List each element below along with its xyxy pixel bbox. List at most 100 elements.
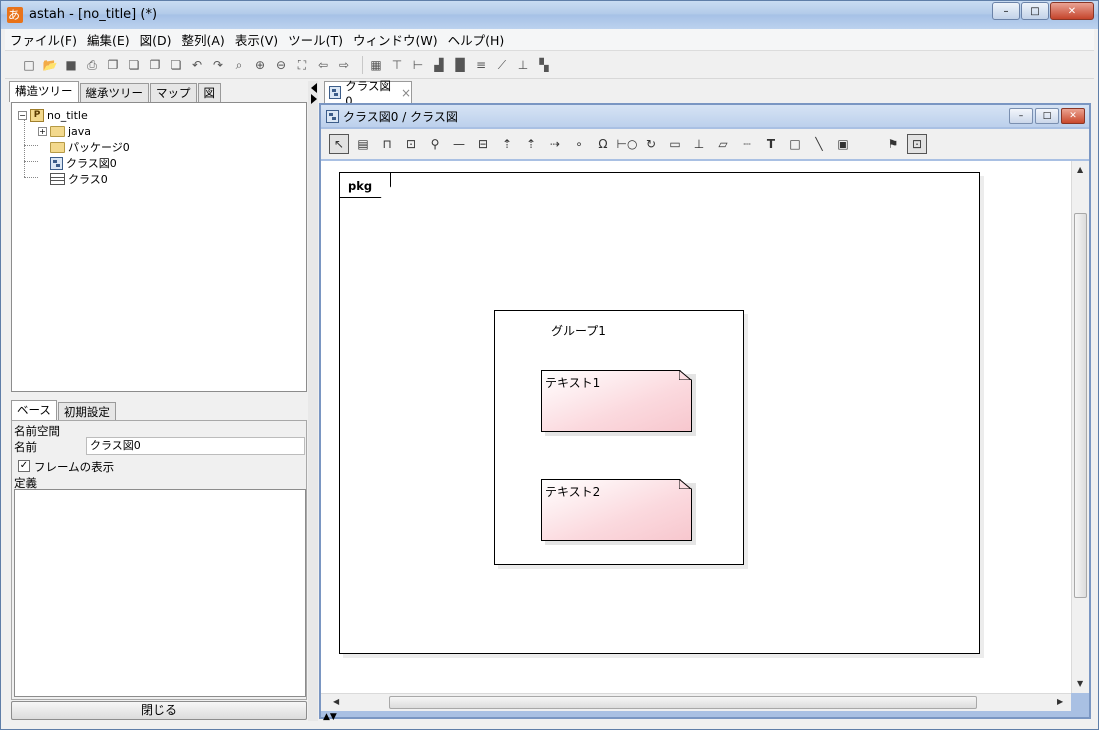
overview-toggle-icon[interactable]: ▲▼ (323, 712, 337, 722)
generalization-tool-icon[interactable]: ⇡ (497, 134, 517, 154)
realization-tool-icon[interactable]: ⇡ (521, 134, 541, 154)
print-icon[interactable]: ⎙ (84, 57, 100, 73)
close-button[interactable]: ✕ (1050, 2, 1094, 20)
zoom-in-icon[interactable]: ⊕ (252, 57, 268, 73)
line-tool-icon[interactable]: ╲ (809, 134, 829, 154)
paste-model-icon[interactable]: ❏ (168, 57, 184, 73)
entity-tool-icon[interactable]: ▭ (665, 134, 685, 154)
back-icon[interactable]: ⇦ (315, 57, 331, 73)
tab-map[interactable]: マップ (150, 83, 197, 102)
tab-inheritance-tree[interactable]: 継承ツリー (79, 83, 149, 102)
tab-class-diagram0[interactable]: クラス図0 × (324, 79, 412, 108)
collapse-left-icon[interactable] (311, 83, 317, 93)
menu-help[interactable]: ヘルプ(H) (443, 30, 510, 49)
scroll-up-icon[interactable]: ▲ (1077, 165, 1083, 174)
copy-icon[interactable]: ❐ (105, 57, 121, 73)
vertical-scroll-thumb[interactable] (1074, 213, 1087, 598)
collapse-icon[interactable]: − (18, 110, 27, 120)
interface-tool-icon[interactable]: ⚲ (425, 134, 445, 154)
menu-file[interactable]: ファイル(F) (5, 30, 82, 49)
diagram-close-button[interactable]: ✕ (1061, 108, 1085, 124)
select-tool-icon[interactable]: ↖ (329, 134, 349, 154)
expand-right-icon[interactable] (311, 94, 317, 104)
scroll-right-icon[interactable]: ▶ (1057, 697, 1063, 706)
tree-layout-icon[interactable]: ⊥ (515, 57, 531, 73)
menu-edit[interactable]: 編集(E) (82, 30, 135, 49)
expand-icon[interactable]: + (38, 126, 47, 136)
copy-model-icon[interactable]: ❐ (147, 57, 163, 73)
image-tool-icon[interactable]: ▣ (833, 134, 853, 154)
constraint-tool-icon[interactable]: ⊥ (689, 134, 709, 154)
save-icon[interactable]: ■ (63, 57, 79, 73)
association-class-tool-icon[interactable]: ⊟ (473, 134, 493, 154)
line-icon[interactable]: ⟋ (494, 57, 510, 73)
tab-initial-settings[interactable]: 初期設定 (57, 402, 116, 421)
menu-tools[interactable]: ツール(T) (283, 30, 348, 49)
tree-item-root[interactable]: − P no_title (18, 107, 88, 123)
name-field[interactable]: クラス図0 (86, 437, 305, 455)
rectangle-tool-icon[interactable]: □ (785, 134, 805, 154)
note-tool-icon[interactable]: ▱ (713, 134, 733, 154)
control-tool-icon[interactable]: ↻ (641, 134, 661, 154)
align-left-icon[interactable]: ⊢ (410, 57, 426, 73)
align-top-icon[interactable]: ⊤ (389, 57, 405, 73)
scroll-left-icon[interactable]: ◀ (333, 697, 339, 706)
subsystem-tool-icon[interactable]: ⊡ (401, 134, 421, 154)
note-text1[interactable]: テキスト1 (541, 370, 692, 432)
group-box[interactable]: グループ1 テキスト1 テキスト2 (494, 310, 744, 565)
zoom-icon[interactable]: ⌕ (231, 57, 247, 73)
menu-diagram[interactable]: 図(D) (135, 30, 177, 49)
template-tool-icon[interactable]: Ω (593, 134, 613, 154)
tree-item-java[interactable]: + java (38, 123, 91, 139)
tab-structure-tree[interactable]: 構造ツリー (9, 81, 79, 102)
association-tool-icon[interactable]: — (449, 134, 469, 154)
paste-icon[interactable]: ❏ (126, 57, 142, 73)
dependency-tool-icon[interactable]: ⇢ (545, 134, 565, 154)
menu-align[interactable]: 整列(A) (177, 30, 230, 49)
note-anchor-tool-icon[interactable]: ┈ (737, 134, 757, 154)
forward-icon[interactable]: ⇨ (336, 57, 352, 73)
diagram-restore-button[interactable]: □ (1035, 108, 1059, 124)
zoom-out-icon[interactable]: ⊖ (273, 57, 289, 73)
tree-item-class-diagram0[interactable]: クラス図0 (50, 155, 117, 171)
diagram-canvas[interactable]: pkg グループ1 テキスト1 テキスト2 (321, 161, 1071, 693)
scroll-down-icon[interactable]: ▼ (1077, 679, 1083, 688)
tab-base[interactable]: ベース (11, 400, 57, 421)
panel-splitter[interactable] (308, 81, 318, 721)
grid-icon[interactable]: ▦ (368, 57, 384, 73)
new-file-icon[interactable]: □ (21, 57, 37, 73)
menu-window[interactable]: ウィンドウ(W) (348, 30, 443, 49)
menu-view[interactable]: 表示(V) (230, 30, 283, 49)
close-panel-button[interactable]: 閉じる (11, 701, 307, 720)
horizontal-scroll-thumb[interactable] (389, 696, 977, 709)
open-file-icon[interactable]: 📂 (42, 57, 58, 73)
line-style-icon[interactable]: ≡ (473, 57, 489, 73)
usage-tool-icon[interactable]: ∘ (569, 134, 589, 154)
undo-icon[interactable]: ↶ (189, 57, 205, 73)
package-tool-icon[interactable]: ⊓ (377, 134, 397, 154)
text-tool-icon[interactable]: T (761, 134, 781, 154)
class-tool-icon[interactable]: ▤ (353, 134, 373, 154)
window-title: astah - [no_title] (*) (29, 7, 158, 22)
tree-item-class0[interactable]: クラス0 (50, 171, 108, 187)
minimize-button[interactable]: – (992, 2, 1020, 20)
vertical-scrollbar[interactable]: ▲ ▼ (1071, 161, 1089, 693)
horizontal-scrollbar[interactable]: ◀ ▶ (321, 693, 1071, 711)
pin-icon[interactable]: ⚑ (883, 134, 903, 154)
redo-icon[interactable]: ↷ (210, 57, 226, 73)
tab-diagram[interactable]: 図 (197, 83, 221, 102)
show-frame-checkbox[interactable]: ✓ (18, 460, 30, 472)
fill-color-icon[interactable]: █ (452, 57, 468, 73)
package-frame[interactable]: pkg グループ1 テキスト1 テキスト2 (339, 172, 980, 654)
note-text2[interactable]: テキスト2 (541, 479, 692, 541)
maximize-button[interactable]: □ (1021, 2, 1049, 20)
frame-toggle-icon[interactable]: ⊡ (907, 134, 927, 154)
tree-item-package0[interactable]: パッケージ0 (50, 139, 130, 155)
boundary-tool-icon[interactable]: ⊢○ (617, 134, 638, 154)
definition-textarea[interactable] (14, 489, 306, 697)
fit-window-icon[interactable]: ⛶ (294, 57, 310, 73)
arrange-icon[interactable]: ▟ (431, 57, 447, 73)
diagram-minimize-button[interactable]: – (1009, 108, 1033, 124)
layout-icon[interactable]: ▚ (536, 57, 552, 73)
tab-close-icon[interactable]: × (401, 86, 411, 100)
